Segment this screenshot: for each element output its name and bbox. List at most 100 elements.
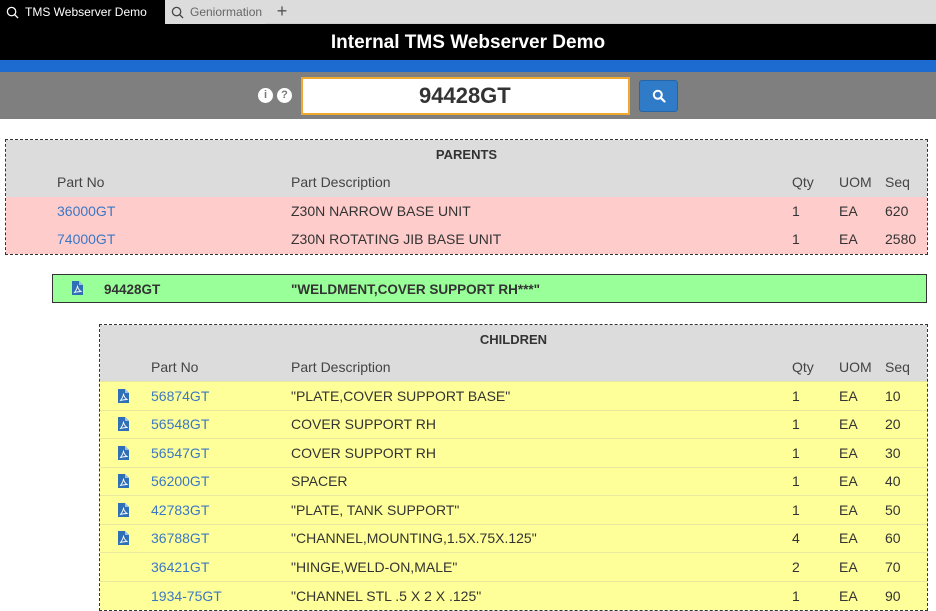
browser-tab-label: Geniormation xyxy=(190,5,263,19)
parents-table: PARENTS Part No Part Description Qty UOM… xyxy=(5,139,928,255)
part-link[interactable]: 56548GT xyxy=(151,416,209,432)
part-link[interactable]: 56200GT xyxy=(151,473,209,489)
col-description: Part Description xyxy=(291,353,792,382)
part-seq: 70 xyxy=(885,552,927,581)
pdf-icon[interactable] xyxy=(118,388,129,403)
col-seq: Seq xyxy=(885,353,927,382)
part-qty: 1 xyxy=(792,196,839,225)
col-part-no: Part No xyxy=(57,168,291,197)
table-row: 36421GT "HINGE,WELD-ON,MALE" 2 EA 70 xyxy=(100,552,927,581)
col-uom: UOM xyxy=(839,353,885,382)
part-uom: EA xyxy=(839,225,885,254)
part-description: "CHANNEL STL .5 X 2 X .125" xyxy=(291,580,792,610)
part-qty: 2 xyxy=(792,552,839,581)
new-tab-button[interactable]: + xyxy=(272,1,292,23)
col-seq: Seq xyxy=(885,168,927,197)
pdf-icon[interactable] xyxy=(118,445,129,460)
pdf-icon[interactable] xyxy=(118,417,129,432)
part-description: "CHANNEL,MOUNTING,1.5X.75X.125" xyxy=(291,523,792,553)
table-row: 36788GT "CHANNEL,MOUNTING,1.5X.75X.125" 4 E… xyxy=(100,523,927,553)
table-row: 56547GT COVER SUPPORT RH 1 EA 30 xyxy=(100,438,927,467)
part-link[interactable]: 36000GT xyxy=(57,203,115,219)
part-link[interactable]: 36421GT xyxy=(151,559,209,575)
table-row: 36000GT Z30N NARROW BASE UNIT 1 EA 620 xyxy=(6,196,927,225)
app-header: Internal TMS Webserver Demo xyxy=(0,24,936,60)
page-title: Internal TMS Webserver Demo xyxy=(330,32,606,53)
col-description: Part Description xyxy=(291,168,792,197)
pdf-icon[interactable] xyxy=(118,502,129,517)
part-qty: 1 xyxy=(792,466,839,496)
part-uom: EA xyxy=(839,438,885,467)
browser-tab-strip: TMS Webserver Demo Geniormation + xyxy=(0,0,936,24)
children-table: CHILDREN Part No Part Description Qty UO… xyxy=(99,324,928,611)
info-icon[interactable]: i xyxy=(258,88,273,103)
col-part-no: Part No xyxy=(151,353,291,382)
browser-tab-geniormation[interactable]: Geniormation xyxy=(165,0,265,24)
page-icon xyxy=(6,6,19,19)
part-uom: EA xyxy=(839,552,885,581)
col-qty: Qty xyxy=(792,353,839,382)
part-seq: 10 xyxy=(885,381,927,410)
part-description: "PLATE, TANK SUPPORT" xyxy=(291,495,792,524)
part-qty: 1 xyxy=(792,495,839,524)
part-seq: 620 xyxy=(885,196,927,225)
current-part-number: 94428GT xyxy=(104,282,161,297)
part-qty: 1 xyxy=(792,225,839,254)
pdf-icon[interactable] xyxy=(118,474,129,489)
part-qty: 1 xyxy=(792,438,839,467)
col-uom: UOM xyxy=(839,168,885,197)
part-description: SPACER xyxy=(291,466,792,496)
pdf-icon[interactable] xyxy=(118,531,129,546)
part-uom: EA xyxy=(839,523,885,553)
part-uom: EA xyxy=(839,381,885,410)
part-description: "HINGE,WELD-ON,MALE" xyxy=(291,552,792,581)
part-seq: 20 xyxy=(885,409,927,439)
table-row: 1934-75GT "CHANNEL STL .5 X 2 X .125" 1 EA 9… xyxy=(100,580,927,610)
part-link[interactable]: 42783GT xyxy=(151,502,209,518)
part-seq: 60 xyxy=(885,523,927,553)
browser-tab-label: TMS Webserver Demo xyxy=(25,5,147,19)
part-seq: 40 xyxy=(885,466,927,496)
part-uom: EA xyxy=(839,196,885,225)
parents-title: PARENTS xyxy=(6,140,927,168)
part-qty: 1 xyxy=(792,409,839,439)
part-link[interactable]: 56547GT xyxy=(151,445,209,461)
col-qty: Qty xyxy=(792,168,839,197)
children-title: CHILDREN xyxy=(100,325,927,353)
browser-tab-tms[interactable]: TMS Webserver Demo xyxy=(0,0,165,24)
table-row: 42783GT "PLATE, TANK SUPPORT" 1 EA 50 xyxy=(100,495,927,524)
part-uom: EA xyxy=(839,466,885,496)
part-description: Z30N NARROW BASE UNIT xyxy=(291,196,792,225)
part-description: COVER SUPPORT RH xyxy=(291,438,792,467)
part-qty: 1 xyxy=(792,580,839,610)
search-icon xyxy=(652,89,666,103)
page-icon xyxy=(171,6,184,19)
current-part-description: "WELDMENT,COVER SUPPORT RH***" xyxy=(291,282,541,297)
part-uom: EA xyxy=(839,409,885,439)
search-button[interactable] xyxy=(639,80,678,112)
part-seq: 50 xyxy=(885,495,927,524)
search-bar: i ? xyxy=(0,72,936,119)
table-row: 74000GT Z30N ROTATING JIB BASE UNIT 1 EA… xyxy=(6,225,927,254)
part-qty: 1 xyxy=(792,381,839,410)
part-seq: 90 xyxy=(885,580,927,610)
part-seq: 2580 xyxy=(885,225,927,254)
table-row: 56874GT "PLATE,COVER SUPPORT BASE" 1 EA 10 xyxy=(100,381,927,410)
part-description: Z30N ROTATING JIB BASE UNIT xyxy=(291,225,792,254)
current-part-row: 94428GT "WELDMENT,COVER SUPPORT RH***" xyxy=(52,274,927,303)
part-seq: 30 xyxy=(885,438,927,467)
table-row: 56548GT COVER SUPPORT RH 1 EA 20 xyxy=(100,409,927,439)
help-icon[interactable]: ? xyxy=(277,88,292,103)
pdf-icon[interactable] xyxy=(72,281,83,295)
part-uom: EA xyxy=(839,495,885,524)
part-qty: 4 xyxy=(792,523,839,553)
part-link[interactable]: 74000GT xyxy=(57,231,115,247)
part-description: COVER SUPPORT RH xyxy=(291,409,792,439)
part-link[interactable]: 36788GT xyxy=(151,530,209,546)
table-row: 56200GT SPACER 1 EA 40 xyxy=(100,466,927,496)
search-input[interactable] xyxy=(301,77,630,115)
accent-bar xyxy=(0,60,936,72)
part-uom: EA xyxy=(839,580,885,610)
part-description: "PLATE,COVER SUPPORT BASE" xyxy=(291,381,792,410)
part-link[interactable]: 56874GT xyxy=(151,388,209,404)
